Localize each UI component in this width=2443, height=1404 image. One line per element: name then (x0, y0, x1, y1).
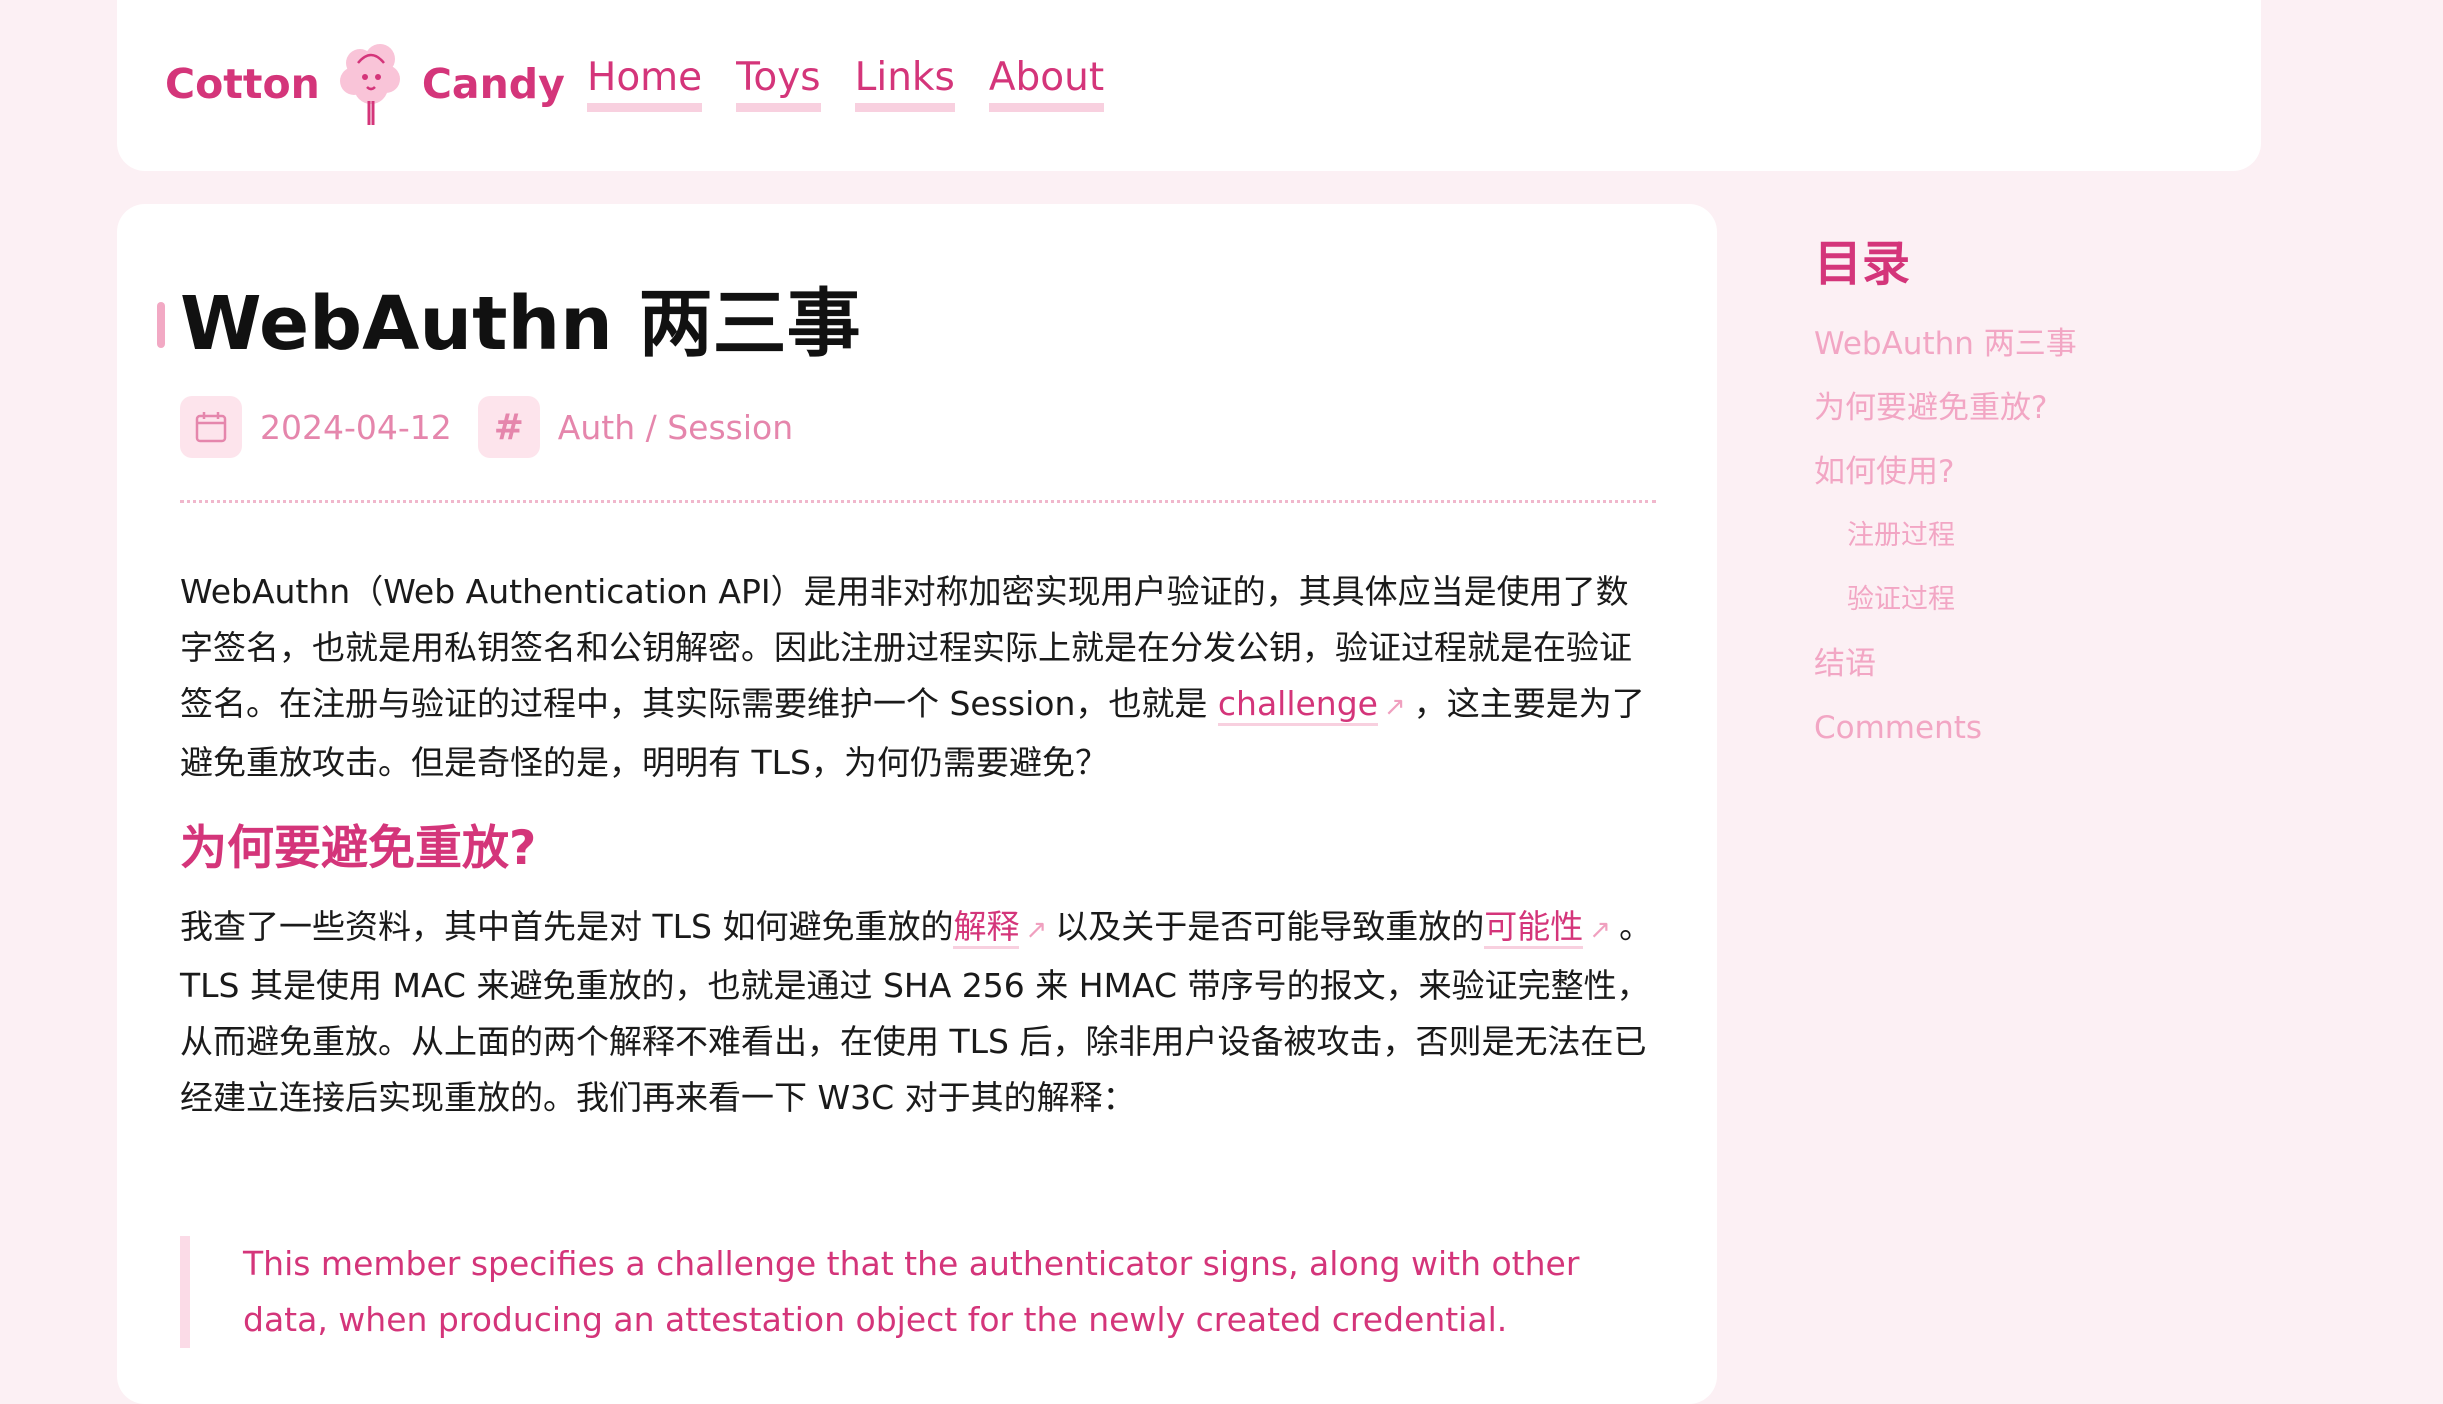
article-title: WebAuthn 两三事 (180, 281, 861, 367)
external-link-icon: ↗ (1589, 915, 1612, 946)
link-possibility[interactable]: 可能性 (1484, 907, 1584, 950)
link-challenge[interactable]: challenge (1217, 684, 1378, 726)
brand[interactable]: Cotton Candy (165, 44, 565, 125)
paragraph-text: 我查了一些资料，其中首先是对 TLS 如何避免重放的 (180, 907, 954, 947)
toc-item-comments[interactable]: Comments (1814, 696, 2374, 760)
external-link-icon: ↗ (1025, 915, 1048, 946)
toc-item-registration[interactable]: 注册过程 (1814, 504, 2374, 568)
w3c-quote: This member specifies a challenge that t… (180, 1236, 1663, 1348)
paragraph: WebAuthn（Web Authentication API）是用非对称加密实… (180, 564, 1660, 791)
article-meta: 2024-04-12 # Auth / Session (180, 396, 793, 458)
article-card: WebAuthn 两三事 2024-04-12 # Auth / Session… (117, 204, 1717, 1404)
toc-title: 目录 (1814, 236, 1911, 292)
paragraph: 我查了一些资料，其中首先是对 TLS 如何避免重放的解释 ↗ 以及关于是否可能导致重… (180, 899, 1660, 1126)
toc-item-title[interactable]: WebAuthn 两三事 (1814, 312, 2374, 376)
hash-symbol: # (493, 406, 524, 448)
toc-item-conclusion[interactable]: 结语 (1814, 632, 2374, 696)
hash-icon: # (477, 396, 540, 458)
post-date: 2024-04-12 (260, 407, 452, 447)
calendar-icon (180, 396, 242, 458)
nav-links[interactable]: Links (854, 55, 955, 112)
article-body: WebAuthn（Web Authentication API）是用非对称加密实… (180, 564, 1660, 1126)
link-explanation[interactable]: 解释 (953, 907, 1020, 950)
main-nav: Home Toys Links About (587, 52, 1105, 116)
title-accent-bar (157, 302, 165, 348)
toc-item-verification[interactable]: 验证过程 (1814, 568, 2374, 632)
nav-toys[interactable]: Toys (736, 55, 821, 112)
brand-text-cotton[interactable]: Cotton (165, 60, 320, 108)
nav-about[interactable]: About (988, 55, 1105, 112)
site-header: Cotton Candy Home Toys Links About (117, 0, 2261, 171)
cotton-candy-icon (339, 44, 400, 125)
brand-text-candy[interactable]: Candy (422, 60, 565, 108)
table-of-contents: 目录 WebAuthn 两三事 为何要避免重放? 如何使用? 注册过程 验证过程… (1814, 236, 2374, 760)
toc-item-how-to-use[interactable]: 如何使用? (1814, 440, 2374, 504)
paragraph-text: 以及关于是否可能导致重放的 (1055, 907, 1485, 947)
external-link-icon: ↗ (1383, 692, 1406, 722)
meta-divider (180, 500, 1656, 503)
heading-why-avoid-replay: 为何要避免重放? (180, 821, 537, 876)
post-category[interactable]: Auth / Session (558, 408, 793, 447)
nav-home[interactable]: Home (587, 55, 703, 112)
toc-item-why-replay[interactable]: 为何要避免重放? (1814, 376, 2374, 440)
